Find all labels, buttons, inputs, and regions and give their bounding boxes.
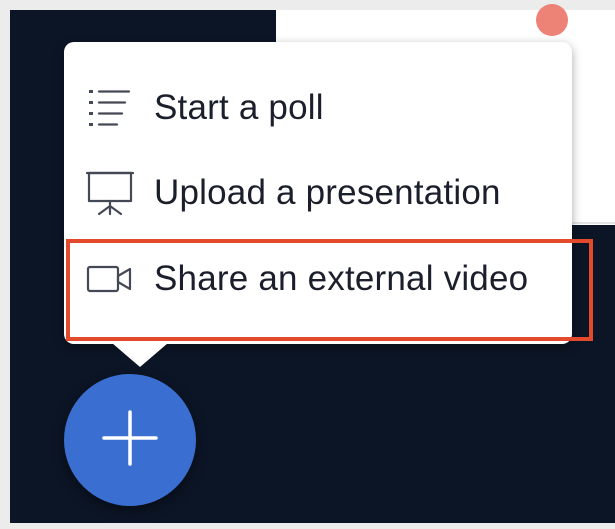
video-camera-icon bbox=[86, 255, 134, 303]
window-frame-bottom bbox=[0, 523, 615, 529]
actions-fab-button[interactable] bbox=[64, 374, 196, 506]
menu-item-label: Share an external video bbox=[154, 259, 529, 298]
presentation-screen-icon bbox=[86, 169, 134, 217]
menu-item-upload-presentation[interactable]: Upload a presentation bbox=[64, 160, 572, 226]
poll-list-icon bbox=[86, 84, 134, 132]
plus-icon bbox=[100, 408, 160, 473]
menu-pointer-arrow bbox=[112, 343, 168, 367]
avatar[interactable] bbox=[536, 4, 568, 36]
menu-item-share-external-video[interactable]: Share an external video bbox=[64, 246, 572, 312]
menu-item-start-poll[interactable]: Start a poll bbox=[64, 75, 572, 141]
actions-menu: Start a poll Upload a presentation Share… bbox=[64, 42, 572, 344]
window-frame-left bbox=[0, 0, 10, 529]
menu-item-label: Start a poll bbox=[154, 88, 324, 127]
window-frame-top bbox=[0, 0, 615, 10]
menu-item-label: Upload a presentation bbox=[154, 173, 501, 212]
